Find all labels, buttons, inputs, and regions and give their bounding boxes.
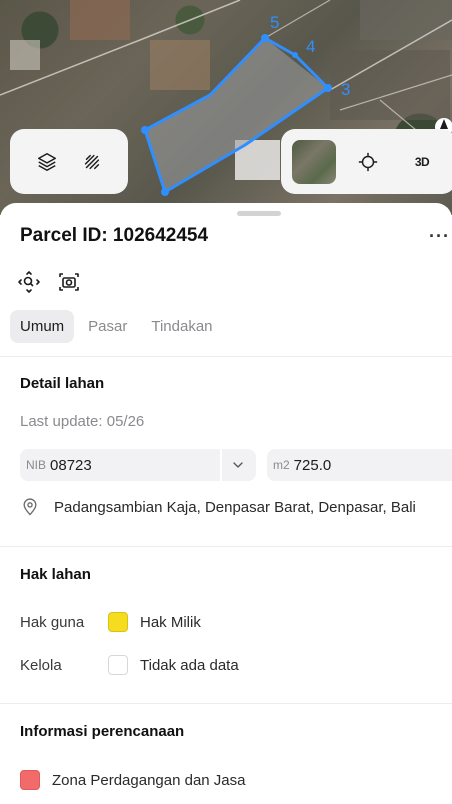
zone-text: Zona Perdagangan dan Jasa [52,771,246,789]
tab-umum[interactable]: Umum [10,310,75,343]
parcel-vertex [292,52,298,58]
parcel-vertex [141,126,149,134]
parcel-detail-sheet: Parcel ID: 102642454 ··· Umum Pasar Tind… [0,203,452,804]
draw-button[interactable] [72,142,112,182]
location-pin-icon [23,498,37,516]
vertex-label-5: 5 [270,13,279,32]
parcel-vertex [324,84,332,92]
tab-tindakan[interactable]: Tindakan [141,310,222,343]
locate-button[interactable] [348,142,388,182]
last-update-text: Last update: 05/26 [20,413,145,430]
color-swatch [108,612,128,632]
map-tools-panel [10,129,128,194]
parcel-actions [16,269,82,295]
rights-key: Kelola [20,656,62,674]
layers-icon [37,152,56,171]
divider [0,356,452,357]
sheet-header: Parcel ID: 102642454 ··· [20,225,452,247]
chevron-down-icon[interactable] [230,457,246,473]
map-view-panel: 3D [281,129,452,194]
sheet-drag-handle[interactable] [237,211,281,216]
vertex-label-4: 4 [306,37,315,56]
tab-pasar[interactable]: Pasar [78,310,137,343]
divider [0,703,452,704]
crosshair-icon [358,152,378,171]
address-text: Padangsambian Kaja, Denpasar Barat, Denp… [54,498,416,516]
vertex-label-3: 3 [341,80,350,99]
planning-section-title: Informasi perencanaan [20,723,185,740]
capture-button[interactable] [56,269,82,295]
basemap-thumbnail[interactable] [292,139,336,184]
rights-section-title: Hak lahan [20,566,91,583]
nib-prefix: NIB [26,458,47,472]
rights-row-hak-guna: Hak guna Hak Milik [20,612,201,632]
map-view[interactable]: 3 4 5 3D [0,0,452,215]
area-field[interactable]: m2 725.0 [267,449,452,481]
more-options-button[interactable]: ··· [429,226,450,247]
zone-row: Zona Perdagangan dan Jasa [20,770,245,790]
camera-icon [59,273,79,291]
detail-section-title: Detail lahan [20,375,105,392]
rights-row-kelola: Kelola Tidak ada data [20,655,239,675]
rights-value: Hak Milik [140,613,201,631]
nib-value: 08723 [50,456,92,474]
field-separator [220,449,222,481]
rights-key: Hak guna [20,613,85,631]
nib-field[interactable]: NIB 08723 [20,449,256,481]
area-value: 725.0 [293,456,332,474]
layers-button[interactable] [27,142,67,182]
zone-color-swatch [20,770,40,790]
detail-tabs: Umum Pasar Tindakan [10,310,227,343]
mode-3d-button[interactable]: 3D [402,142,442,182]
parcel-vertex [261,34,269,42]
mode-3d-label: 3D [414,154,430,169]
color-swatch [108,655,128,675]
parcel-title: Parcel ID: 102642454 [20,225,209,246]
draw-icon [84,154,99,169]
parcel-vertex [161,188,169,196]
rights-value: Tidak ada data [140,656,239,674]
zoom-to-parcel-button[interactable] [16,269,42,295]
divider [0,546,452,547]
address-row: Padangsambian Kaja, Denpasar Barat, Denp… [20,497,416,517]
area-unit: m2 [273,458,290,472]
zoom-to-parcel-icon [18,271,40,293]
